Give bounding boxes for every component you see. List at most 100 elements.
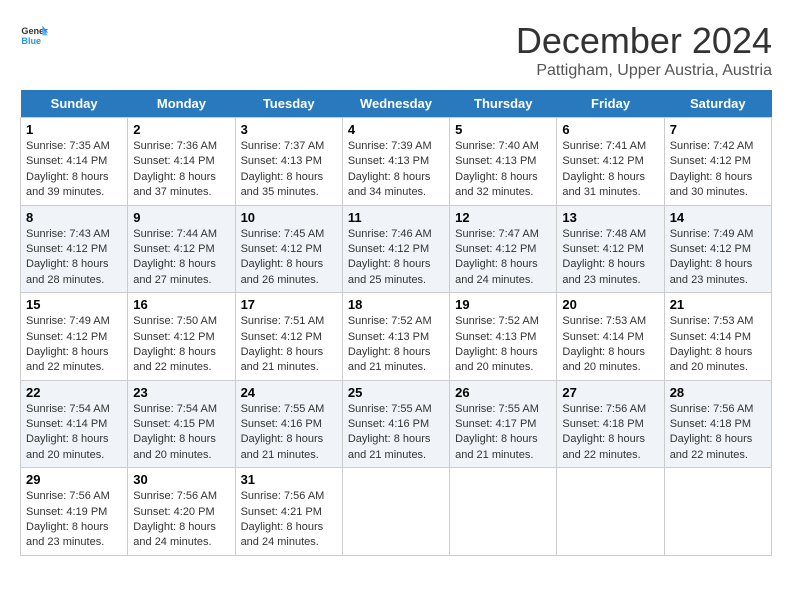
calendar-table: SundayMondayTuesdayWednesdayThursdayFrid… [20, 90, 772, 556]
calendar-cell: 3 Sunrise: 7:37 AMSunset: 4:13 PMDayligh… [235, 118, 342, 206]
day-number: 28 [670, 385, 766, 400]
calendar-cell: 21 Sunrise: 7:53 AMSunset: 4:14 PMDaylig… [664, 293, 771, 381]
calendar-cell: 18 Sunrise: 7:52 AMSunset: 4:13 PMDaylig… [342, 293, 449, 381]
day-detail: Sunrise: 7:50 AMSunset: 4:12 PMDaylight:… [133, 315, 217, 373]
day-detail: Sunrise: 7:37 AMSunset: 4:13 PMDaylight:… [241, 140, 325, 198]
day-number: 30 [133, 472, 229, 487]
calendar-cell: 25 Sunrise: 7:55 AMSunset: 4:16 PMDaylig… [342, 380, 449, 468]
day-number: 5 [455, 122, 551, 137]
calendar-cell: 10 Sunrise: 7:45 AMSunset: 4:12 PMDaylig… [235, 205, 342, 293]
day-detail: Sunrise: 7:54 AMSunset: 4:15 PMDaylight:… [133, 403, 217, 461]
weekday-header-wednesday: Wednesday [342, 90, 449, 118]
day-number: 23 [133, 385, 229, 400]
calendar-cell: 2 Sunrise: 7:36 AMSunset: 4:14 PMDayligh… [128, 118, 235, 206]
day-detail: Sunrise: 7:48 AMSunset: 4:12 PMDaylight:… [562, 228, 646, 286]
day-number: 2 [133, 122, 229, 137]
calendar-cell: 9 Sunrise: 7:44 AMSunset: 4:12 PMDayligh… [128, 205, 235, 293]
day-number: 13 [562, 210, 658, 225]
calendar-cell: 13 Sunrise: 7:48 AMSunset: 4:12 PMDaylig… [557, 205, 664, 293]
weekday-header-tuesday: Tuesday [235, 90, 342, 118]
day-number: 24 [241, 385, 337, 400]
page-header: General Blue December 2024 Pattigham, Up… [20, 20, 772, 80]
calendar-cell: 11 Sunrise: 7:46 AMSunset: 4:12 PMDaylig… [342, 205, 449, 293]
day-detail: Sunrise: 7:52 AMSunset: 4:13 PMDaylight:… [455, 315, 539, 373]
weekday-header-row: SundayMondayTuesdayWednesdayThursdayFrid… [21, 90, 772, 118]
day-detail: Sunrise: 7:41 AMSunset: 4:12 PMDaylight:… [562, 140, 646, 198]
calendar-cell: 15 Sunrise: 7:49 AMSunset: 4:12 PMDaylig… [21, 293, 128, 381]
day-detail: Sunrise: 7:56 AMSunset: 4:18 PMDaylight:… [562, 403, 646, 461]
day-number: 25 [348, 385, 444, 400]
day-detail: Sunrise: 7:40 AMSunset: 4:13 PMDaylight:… [455, 140, 539, 198]
day-detail: Sunrise: 7:49 AMSunset: 4:12 PMDaylight:… [670, 228, 754, 286]
day-detail: Sunrise: 7:42 AMSunset: 4:12 PMDaylight:… [670, 140, 754, 198]
day-detail: Sunrise: 7:43 AMSunset: 4:12 PMDaylight:… [26, 228, 110, 286]
day-detail: Sunrise: 7:55 AMSunset: 4:16 PMDaylight:… [241, 403, 325, 461]
calendar-cell: 19 Sunrise: 7:52 AMSunset: 4:13 PMDaylig… [450, 293, 557, 381]
day-detail: Sunrise: 7:55 AMSunset: 4:16 PMDaylight:… [348, 403, 432, 461]
day-number: 16 [133, 297, 229, 312]
calendar-cell: 30 Sunrise: 7:56 AMSunset: 4:20 PMDaylig… [128, 468, 235, 556]
calendar-cell [450, 468, 557, 556]
calendar-cell: 5 Sunrise: 7:40 AMSunset: 4:13 PMDayligh… [450, 118, 557, 206]
day-detail: Sunrise: 7:51 AMSunset: 4:12 PMDaylight:… [241, 315, 325, 373]
day-number: 19 [455, 297, 551, 312]
calendar-cell: 27 Sunrise: 7:56 AMSunset: 4:18 PMDaylig… [557, 380, 664, 468]
calendar-cell: 17 Sunrise: 7:51 AMSunset: 4:12 PMDaylig… [235, 293, 342, 381]
day-detail: Sunrise: 7:54 AMSunset: 4:14 PMDaylight:… [26, 403, 110, 461]
calendar-cell: 14 Sunrise: 7:49 AMSunset: 4:12 PMDaylig… [664, 205, 771, 293]
day-detail: Sunrise: 7:53 AMSunset: 4:14 PMDaylight:… [670, 315, 754, 373]
calendar-cell: 6 Sunrise: 7:41 AMSunset: 4:12 PMDayligh… [557, 118, 664, 206]
calendar-cell [557, 468, 664, 556]
day-number: 31 [241, 472, 337, 487]
logo: General Blue [20, 20, 48, 48]
calendar-cell [342, 468, 449, 556]
calendar-cell: 7 Sunrise: 7:42 AMSunset: 4:12 PMDayligh… [664, 118, 771, 206]
calendar-cell: 16 Sunrise: 7:50 AMSunset: 4:12 PMDaylig… [128, 293, 235, 381]
calendar-cell [664, 468, 771, 556]
day-detail: Sunrise: 7:56 AMSunset: 4:21 PMDaylight:… [241, 490, 325, 548]
weekday-header-saturday: Saturday [664, 90, 771, 118]
day-detail: Sunrise: 7:56 AMSunset: 4:18 PMDaylight:… [670, 403, 754, 461]
calendar-cell: 23 Sunrise: 7:54 AMSunset: 4:15 PMDaylig… [128, 380, 235, 468]
day-number: 15 [26, 297, 122, 312]
day-detail: Sunrise: 7:53 AMSunset: 4:14 PMDaylight:… [562, 315, 646, 373]
day-number: 29 [26, 472, 122, 487]
logo-icon: General Blue [20, 20, 48, 48]
week-row-5: 29 Sunrise: 7:56 AMSunset: 4:19 PMDaylig… [21, 468, 772, 556]
day-number: 4 [348, 122, 444, 137]
calendar-cell: 31 Sunrise: 7:56 AMSunset: 4:21 PMDaylig… [235, 468, 342, 556]
day-number: 14 [670, 210, 766, 225]
weekday-header-thursday: Thursday [450, 90, 557, 118]
day-number: 9 [133, 210, 229, 225]
day-detail: Sunrise: 7:44 AMSunset: 4:12 PMDaylight:… [133, 228, 217, 286]
week-row-2: 8 Sunrise: 7:43 AMSunset: 4:12 PMDayligh… [21, 205, 772, 293]
calendar-cell: 12 Sunrise: 7:47 AMSunset: 4:12 PMDaylig… [450, 205, 557, 293]
day-detail: Sunrise: 7:47 AMSunset: 4:12 PMDaylight:… [455, 228, 539, 286]
title-block: December 2024 Pattigham, Upper Austria, … [516, 20, 772, 80]
day-detail: Sunrise: 7:46 AMSunset: 4:12 PMDaylight:… [348, 228, 432, 286]
day-detail: Sunrise: 7:39 AMSunset: 4:13 PMDaylight:… [348, 140, 432, 198]
week-row-1: 1 Sunrise: 7:35 AMSunset: 4:14 PMDayligh… [21, 118, 772, 206]
day-number: 21 [670, 297, 766, 312]
calendar-cell: 29 Sunrise: 7:56 AMSunset: 4:19 PMDaylig… [21, 468, 128, 556]
day-number: 20 [562, 297, 658, 312]
day-detail: Sunrise: 7:52 AMSunset: 4:13 PMDaylight:… [348, 315, 432, 373]
calendar-cell: 4 Sunrise: 7:39 AMSunset: 4:13 PMDayligh… [342, 118, 449, 206]
day-number: 17 [241, 297, 337, 312]
calendar-cell: 20 Sunrise: 7:53 AMSunset: 4:14 PMDaylig… [557, 293, 664, 381]
week-row-3: 15 Sunrise: 7:49 AMSunset: 4:12 PMDaylig… [21, 293, 772, 381]
week-row-4: 22 Sunrise: 7:54 AMSunset: 4:14 PMDaylig… [21, 380, 772, 468]
day-number: 26 [455, 385, 551, 400]
day-number: 22 [26, 385, 122, 400]
day-number: 10 [241, 210, 337, 225]
day-detail: Sunrise: 7:56 AMSunset: 4:20 PMDaylight:… [133, 490, 217, 548]
day-detail: Sunrise: 7:45 AMSunset: 4:12 PMDaylight:… [241, 228, 325, 286]
day-number: 12 [455, 210, 551, 225]
weekday-header-friday: Friday [557, 90, 664, 118]
day-detail: Sunrise: 7:49 AMSunset: 4:12 PMDaylight:… [26, 315, 110, 373]
day-detail: Sunrise: 7:36 AMSunset: 4:14 PMDaylight:… [133, 140, 217, 198]
calendar-cell: 22 Sunrise: 7:54 AMSunset: 4:14 PMDaylig… [21, 380, 128, 468]
day-number: 3 [241, 122, 337, 137]
day-number: 6 [562, 122, 658, 137]
day-number: 7 [670, 122, 766, 137]
